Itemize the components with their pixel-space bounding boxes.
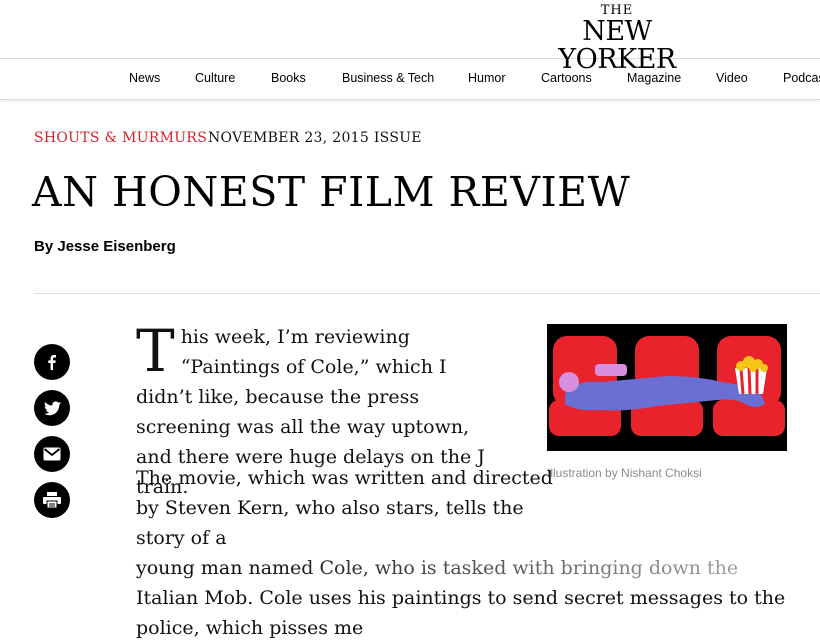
nav-item-podcasts[interactable]: Podcasts <box>783 71 820 85</box>
nav-item-business-tech[interactable]: Business & Tech <box>342 71 434 85</box>
byline: By Jesse Eisenberg <box>34 238 176 255</box>
divider <box>34 293 820 294</box>
byline-prefix: By <box>34 238 54 255</box>
email-icon <box>43 447 61 461</box>
twitter-share-button[interactable] <box>34 390 70 426</box>
print-share-button[interactable] <box>34 482 70 518</box>
cinema-seats-illustration <box>547 324 787 451</box>
facebook-share-button[interactable] <box>34 344 70 380</box>
nav-item-video[interactable]: Video <box>716 71 748 85</box>
man-arms-shape <box>595 364 627 376</box>
twitter-icon <box>43 400 61 415</box>
man-head-shape <box>559 372 579 392</box>
nav-item-news[interactable]: News <box>129 71 160 85</box>
article-headline: AN HONEST FILM REVIEW <box>32 168 631 216</box>
facebook-icon <box>48 355 56 370</box>
author-link[interactable]: Jesse Eisenberg <box>57 238 175 255</box>
nav-item-humor[interactable]: Humor <box>468 71 506 85</box>
issue-link[interactable]: November 23, 2015 Issue <box>208 130 422 146</box>
print-icon <box>43 492 61 508</box>
rubric-link[interactable]: Shouts & Murmurs <box>34 130 207 146</box>
nav-item-books[interactable]: Books <box>271 71 306 85</box>
article-illustration[interactable] <box>547 324 787 451</box>
email-share-button[interactable] <box>34 436 70 472</box>
drop-cap: T <box>136 317 175 385</box>
site-header: THE NEW YORKER <box>0 0 820 74</box>
nav-item-magazine[interactable]: Magazine <box>627 71 681 85</box>
main-nav: News Culture Books Business & Tech Humor… <box>0 59 820 100</box>
nav-item-cartoons[interactable]: Cartoons <box>541 71 592 85</box>
nav-item-culture[interactable]: Culture <box>195 71 235 85</box>
paragraph-2-text-b: young man named Cole, who is tasked with… <box>136 557 786 639</box>
article-paragraph-2: The movie, which was written and directe… <box>136 463 786 643</box>
paragraph-2-text-a: The movie, which was written and directe… <box>136 467 553 549</box>
